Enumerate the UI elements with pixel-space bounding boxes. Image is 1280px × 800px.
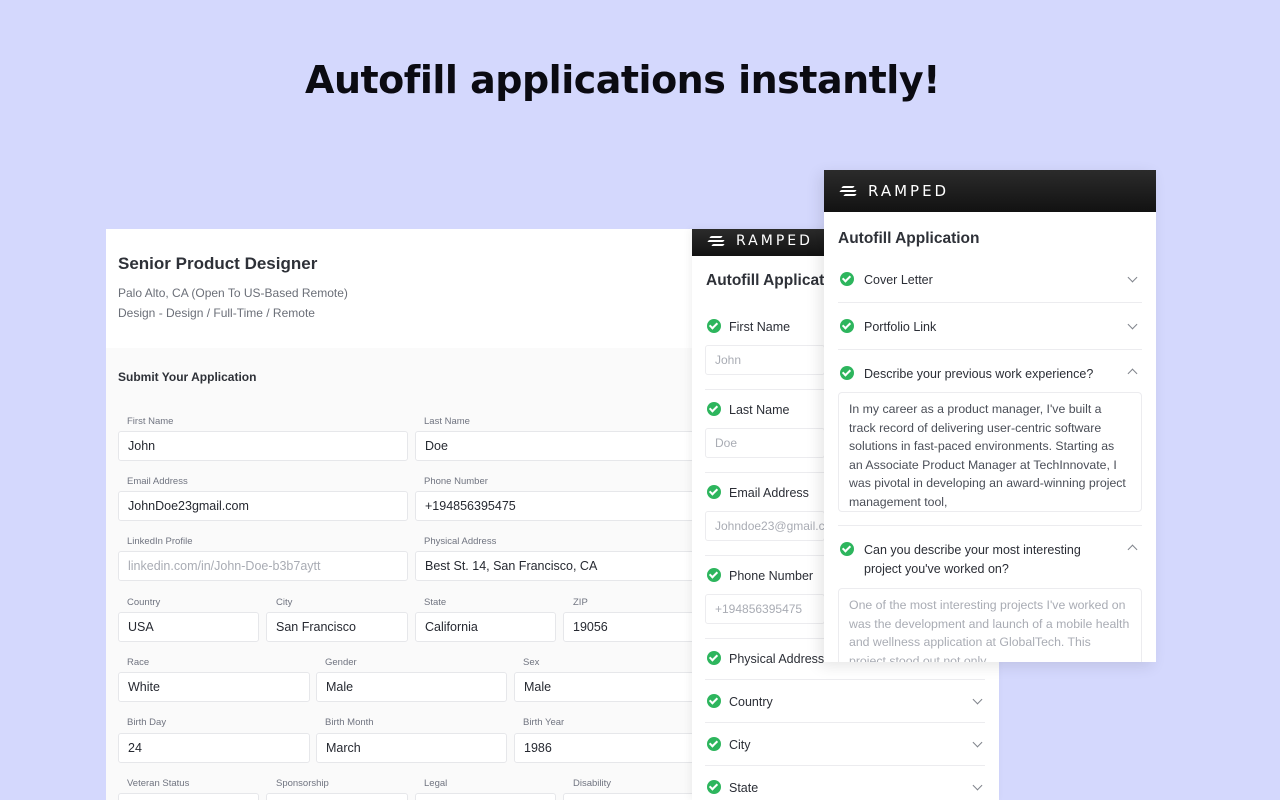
check-icon	[707, 319, 721, 333]
chevron-down-icon[interactable]	[1127, 272, 1138, 283]
physical-address-row-label: Physical Address	[729, 652, 825, 666]
last-name-autofill-input[interactable]: Doe	[705, 428, 825, 458]
country-input[interactable]: USA	[118, 612, 259, 642]
city-row-label: City	[729, 738, 751, 752]
birth-day-input[interactable]: 24	[118, 733, 310, 763]
interesting-project-answer[interactable]: One of the most interesting projects I'v…	[838, 588, 1142, 662]
first-name-label: First Name	[127, 416, 174, 427]
check-icon	[840, 366, 854, 380]
job-location: Palo Alto, CA (Open To US-Based Remote)	[118, 286, 348, 300]
sponsorship-label: Sponsorship	[276, 778, 329, 789]
autofill-panel-front: RAMPED Autofill Application Cover Letter…	[824, 170, 1156, 662]
state-input[interactable]: California	[415, 612, 556, 642]
zip-label: ZIP	[573, 597, 588, 608]
city-label: City	[276, 597, 293, 608]
ramped-logo-icon	[838, 184, 860, 198]
divider	[705, 679, 985, 680]
chevron-down-icon[interactable]	[1127, 319, 1138, 330]
chevron-up-icon[interactable]	[1127, 368, 1138, 379]
race-input[interactable]: White	[118, 672, 310, 702]
check-icon	[707, 402, 721, 416]
check-icon	[707, 485, 721, 499]
state-row-label: State	[729, 781, 759, 795]
phone-input[interactable]: +194856395475	[415, 491, 715, 521]
email-label: Email Address	[127, 476, 188, 487]
legal-input[interactable]	[415, 793, 556, 800]
panel-title: Autofill Application	[838, 230, 980, 247]
email-row-label: Email Address	[729, 486, 809, 500]
check-icon	[707, 568, 721, 582]
check-icon	[840, 272, 854, 286]
last-name-input[interactable]: Doe	[415, 431, 715, 461]
gender-label: Gender	[325, 657, 357, 668]
gender-input[interactable]: Male	[316, 672, 507, 702]
country-row-label: Country	[729, 695, 773, 709]
check-icon	[707, 651, 721, 665]
ramped-wordmark: RAMPED	[736, 233, 813, 249]
divider	[838, 525, 1142, 526]
job-type: Design - Design / Full-Time / Remote	[118, 306, 315, 320]
birth-day-label: Birth Day	[127, 717, 167, 728]
chevron-down-icon[interactable]	[972, 780, 983, 791]
address-label: Physical Address	[424, 536, 497, 547]
race-label: Race	[127, 657, 150, 668]
birth-month-label: Birth Month	[325, 717, 374, 728]
chevron-down-icon[interactable]	[972, 694, 983, 705]
interesting-project-label: Can you describe your most interesting p…	[864, 543, 1081, 576]
disability-label: Disability	[573, 778, 612, 789]
country-label: Country	[127, 597, 161, 608]
divider	[705, 722, 985, 723]
check-icon	[707, 737, 721, 751]
check-icon	[707, 780, 721, 794]
sex-input[interactable]: Male	[514, 672, 715, 702]
headline: Autofill applications instantly!	[305, 58, 940, 102]
panel-title: Autofill Applicati	[706, 272, 829, 289]
portfolio-link-label: Portfolio Link	[864, 320, 937, 334]
linkedin-label: LinkedIn Profile	[127, 536, 193, 547]
sponsorship-input[interactable]	[266, 793, 408, 800]
veteran-status-input[interactable]	[118, 793, 259, 800]
ramped-header-bar: RAMPED	[824, 170, 1156, 212]
birth-year-input[interactable]: 1986	[514, 733, 715, 763]
legal-label: Legal	[424, 778, 448, 789]
cover-letter-label: Cover Letter	[864, 273, 933, 287]
phone-autofill-input[interactable]: +194856395475	[705, 594, 825, 624]
birth-year-label: Birth Year	[523, 717, 565, 728]
phone-row-label: Phone Number	[729, 569, 814, 583]
job-application-form: Senior Product Designer Palo Alto, CA (O…	[106, 229, 726, 800]
email-autofill-input[interactable]: Johndoe23@gmail.com	[705, 511, 825, 541]
address-input[interactable]: Best St. 14, San Francisco, CA	[415, 551, 715, 581]
last-name-row-label: Last Name	[729, 403, 790, 417]
chevron-down-icon[interactable]	[972, 737, 983, 748]
birth-month-input[interactable]: March	[316, 733, 507, 763]
work-experience-label: Describe your previous work experience?	[864, 367, 1094, 381]
phone-label: Phone Number	[424, 476, 488, 487]
ramped-wordmark: RAMPED	[868, 182, 950, 200]
city-input[interactable]: San Francisco	[266, 612, 408, 642]
divider	[838, 349, 1142, 350]
check-icon	[707, 694, 721, 708]
first-name-row-label: First Name	[729, 320, 791, 334]
job-title: Senior Product Designer	[118, 254, 318, 273]
linkedin-input[interactable]: linkedin.com/in/John-Doe-b3b7aytt	[118, 551, 408, 581]
last-name-label: Last Name	[424, 416, 470, 427]
work-experience-answer[interactable]: In my career as a product manager, I've …	[838, 392, 1142, 512]
chevron-up-icon[interactable]	[1127, 544, 1138, 555]
veteran-status-label: Veteran Status	[127, 778, 190, 789]
check-icon	[840, 319, 854, 333]
first-name-autofill-input[interactable]: John	[705, 345, 825, 375]
submit-application-title: Submit Your Application	[118, 370, 257, 384]
email-input[interactable]: JohnDoe23gmail.com	[118, 491, 408, 521]
state-label: State	[424, 597, 447, 608]
ramped-logo: RAMPED	[706, 233, 813, 249]
sex-label: Sex	[523, 657, 540, 668]
divider	[838, 302, 1142, 303]
divider	[705, 765, 985, 766]
ramped-logo: RAMPED	[838, 182, 949, 200]
first-name-input[interactable]: John	[118, 431, 408, 461]
check-icon	[840, 542, 854, 556]
ramped-logo-icon	[706, 234, 728, 248]
